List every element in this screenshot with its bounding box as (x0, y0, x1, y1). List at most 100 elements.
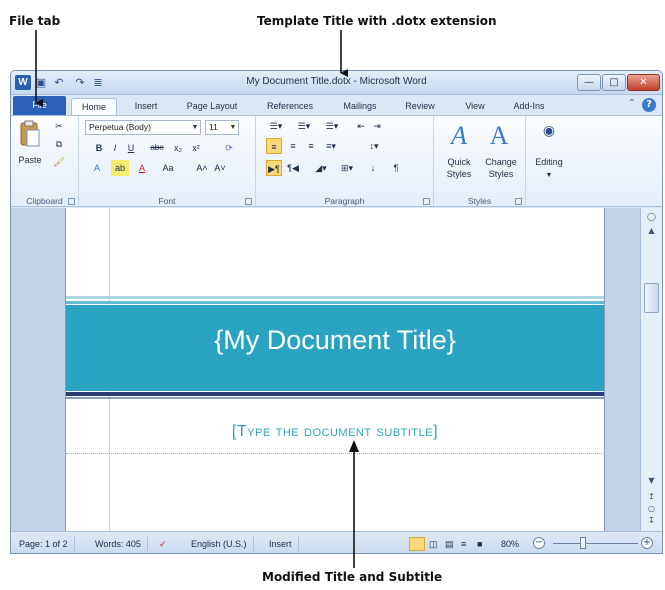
change-styles-icon[interactable]: A (484, 122, 514, 150)
bullets-icon[interactable]: ☰▾ (264, 118, 288, 134)
zoom-slider[interactable] (553, 543, 638, 544)
document-page[interactable]: {My Document Title} [Type the document s… (65, 208, 605, 531)
styles-group: A A Quick Styles Change Styles Styles (434, 116, 526, 208)
document-title[interactable]: {My Document Title} (66, 325, 604, 356)
insert-mode[interactable]: Insert (269, 537, 299, 551)
tab-review[interactable]: Review (397, 98, 443, 115)
outline-icon[interactable]: ≡ (461, 537, 475, 551)
tab-insert[interactable]: Insert (125, 98, 167, 115)
highlight-icon[interactable]: ab (111, 160, 129, 176)
chevron-down-icon[interactable]: ▼ (228, 121, 238, 134)
copy-icon[interactable]: ⧉ (51, 136, 67, 152)
paste-icon[interactable] (19, 120, 41, 150)
scroll-thumb[interactable] (644, 283, 659, 313)
font-name-combo[interactable]: Perpetua (Body) ▼ (85, 120, 201, 135)
change-styles-label-2[interactable]: Styles (480, 166, 522, 182)
grow-font-button[interactable]: A˄ (195, 160, 209, 176)
minimize-button[interactable]: — (577, 74, 601, 91)
title-bar: W ▣ ↶ ↷ ≣ My Document Title.dotx - Micro… (11, 71, 662, 95)
strikethrough-button[interactable]: abe (147, 140, 167, 156)
ltr-icon[interactable]: ▶¶ (266, 160, 282, 176)
font-launcher-icon[interactable] (245, 198, 252, 205)
justify-icon[interactable]: ≡▾ (322, 138, 340, 154)
tab-view[interactable]: View (457, 98, 493, 115)
close-icon: ✕ (639, 77, 648, 88)
browse-object-icon[interactable]: ○ (645, 504, 658, 513)
increase-indent-icon[interactable]: ⇥ (370, 118, 384, 134)
quick-styles-icon[interactable]: A (444, 122, 474, 150)
ruler-toggle-icon[interactable]: ◯ (645, 212, 658, 221)
subtitle-divider (66, 453, 604, 454)
tab-page-layout[interactable]: Page Layout (177, 98, 247, 115)
tab-references[interactable]: References (257, 98, 323, 115)
tab-file[interactable]: File (13, 96, 66, 115)
chevron-down-icon[interactable]: ▼ (542, 168, 556, 184)
draft-icon[interactable]: ■ (477, 537, 491, 551)
shrink-font-button[interactable]: A˅ (213, 160, 227, 176)
word-count[interactable]: Words: 405 (95, 537, 148, 551)
vertical-scrollbar[interactable]: ◯ ▲ ▼ ↥ ○ ↧ (640, 208, 662, 531)
modified-title-annotation: Modified Title and Subtitle (262, 570, 443, 584)
clipboard-launcher-icon[interactable] (68, 198, 75, 205)
zoom-in-button[interactable]: + (641, 537, 653, 549)
paste-button[interactable]: Paste (15, 152, 45, 168)
subtitle-text: [Type the document subtitle] (231, 423, 439, 440)
language-status[interactable]: English (U.S.) (191, 537, 254, 551)
bold-button[interactable]: B (93, 140, 105, 156)
top-stripe (66, 296, 604, 299)
styles-launcher-icon[interactable] (515, 198, 522, 205)
full-screen-reading-icon[interactable]: ◫ (429, 537, 443, 551)
tab-mailings[interactable]: Mailings (333, 98, 387, 115)
rtl-icon[interactable]: ¶◀ (286, 160, 300, 176)
shading-icon[interactable]: ◢▾ (310, 160, 332, 176)
ribbon: Paste ✂ ⧉ 🖌 Clipboard Perpetua (Body) ▼ … (11, 115, 662, 208)
page-count[interactable]: Page: 1 of 2 (19, 537, 75, 551)
tab-home[interactable]: Home (71, 98, 117, 115)
scroll-up-icon[interactable]: ▲ (645, 226, 658, 235)
clipboard-group: Paste ✂ ⧉ 🖌 Clipboard (11, 116, 79, 208)
sort-button[interactable]: ↓ (366, 160, 380, 176)
font-group: Perpetua (Body) ▼ 11 ▼ B I U abe x₂ x² ⟳… (79, 116, 256, 208)
zoom-out-button[interactable]: − (533, 537, 545, 549)
previous-page-icon[interactable]: ↥ (645, 492, 658, 501)
clear-formatting-icon[interactable]: ⟳ (221, 140, 237, 156)
close-button[interactable]: ✕ (627, 74, 660, 91)
scroll-down-icon[interactable]: ▼ (645, 476, 658, 485)
numbering-icon[interactable]: ☰▾ (292, 118, 316, 134)
decrease-indent-icon[interactable]: ⇤ (354, 118, 368, 134)
print-layout-icon[interactable] (409, 537, 425, 551)
quick-styles-label-2[interactable]: Styles (438, 166, 480, 182)
web-layout-icon[interactable]: ▤ (445, 537, 459, 551)
tab-add-ins[interactable]: Add-Ins (505, 98, 553, 115)
cut-icon[interactable]: ✂ (51, 118, 67, 134)
maximize-icon: □ (609, 77, 619, 88)
font-size-combo[interactable]: 11 ▼ (205, 120, 239, 135)
line-spacing-icon[interactable]: ↕▾ (364, 138, 384, 154)
chevron-down-icon[interactable]: ▼ (190, 121, 200, 134)
show-formatting-button[interactable]: ¶ (390, 160, 402, 176)
format-painter-icon[interactable]: 🖌 (51, 154, 67, 170)
minimize-ribbon-icon[interactable]: ⌃ (628, 98, 636, 109)
multilevel-list-icon[interactable]: ☰▾ (320, 118, 344, 134)
document-subtitle[interactable]: [Type the document subtitle] (66, 423, 604, 441)
zoom-level[interactable]: 80% (501, 537, 525, 551)
italic-button[interactable]: I (109, 140, 121, 156)
subscript-button[interactable]: x₂ (171, 140, 185, 156)
text-effects-icon[interactable]: A (89, 160, 105, 176)
underline-button[interactable]: U (125, 140, 137, 156)
borders-icon[interactable]: ⊞▾ (336, 160, 358, 176)
proofing-icon[interactable]: ✓ (159, 537, 179, 551)
change-case-button[interactable]: Aa (159, 160, 177, 176)
align-center-icon[interactable]: ≡ (286, 138, 300, 154)
bottom-stripe-2 (66, 397, 604, 399)
zoom-slider-thumb[interactable] (579, 537, 586, 549)
next-page-icon[interactable]: ↧ (645, 516, 658, 525)
binoculars-icon[interactable]: ◉ (538, 122, 560, 144)
help-icon[interactable]: ? (642, 98, 656, 112)
paragraph-launcher-icon[interactable] (423, 198, 430, 205)
font-color-button[interactable]: A (135, 160, 149, 176)
align-left-icon[interactable]: ≡ (266, 138, 282, 154)
maximize-button[interactable]: □ (602, 74, 626, 91)
align-right-icon[interactable]: ≡ (304, 138, 318, 154)
superscript-button[interactable]: x² (189, 140, 203, 156)
